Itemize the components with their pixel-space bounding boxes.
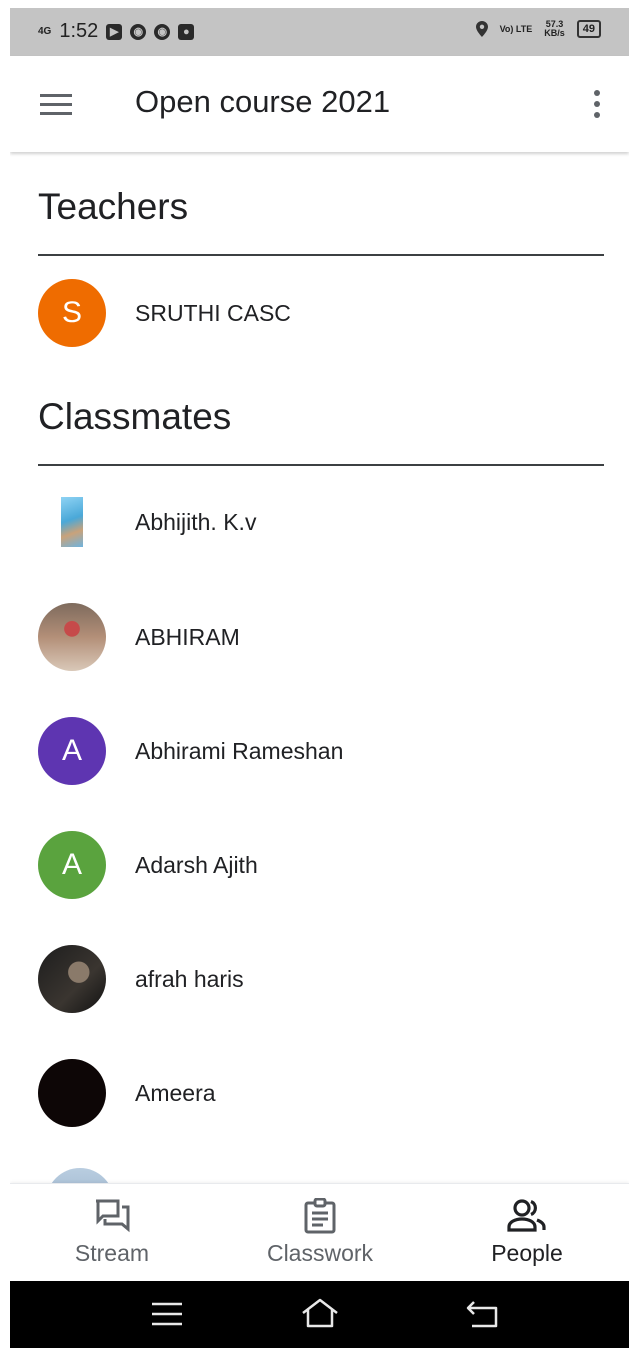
classmates-heading: Classmates	[38, 396, 232, 437]
battery-level: 49	[582, 23, 595, 35]
avatar-initial: A	[61, 848, 82, 881]
classmate-row[interactable]: ABHIRAM	[38, 601, 604, 673]
hamburger-icon-line	[40, 112, 72, 115]
app-bar: Open course 2021	[10, 56, 629, 152]
person-name: ABHIRAM	[135, 623, 240, 650]
chrome-icon: ◉	[154, 23, 171, 40]
teacher-row[interactable]: S SRUTHI CASC	[38, 277, 604, 349]
hamburger-icon	[40, 94, 72, 97]
person-name: Ameera	[135, 1079, 216, 1106]
more-vert-icon-dot	[594, 112, 600, 118]
tab-label: Classwork	[266, 1240, 374, 1266]
status-time: 1:52	[59, 20, 99, 42]
person-name: SRUTHI CASC	[135, 299, 291, 326]
person-name: afrah haris	[135, 965, 244, 992]
classmate-row[interactable]: A Abhirami Rameshan	[38, 715, 604, 787]
classmates-divider	[38, 464, 604, 466]
teachers-heading: Teachers	[38, 186, 189, 227]
classwork-icon	[304, 1198, 336, 1234]
youtube-icon: ▶	[106, 23, 123, 40]
volte-indicator: Vo) LTE	[499, 23, 533, 34]
tab-classwork[interactable]: Classwork	[230, 1198, 410, 1267]
home-icon	[302, 1298, 338, 1328]
teachers-divider	[38, 254, 604, 256]
avatar	[38, 1059, 106, 1127]
avatar	[38, 945, 106, 1013]
back-icon	[466, 1301, 498, 1328]
battery-icon: 49	[576, 20, 601, 38]
more-vert-icon	[594, 90, 600, 96]
home-button[interactable]	[300, 1297, 340, 1331]
recorder-icon: ●	[178, 23, 195, 40]
avatar	[38, 603, 106, 671]
avatar: A	[38, 717, 106, 785]
network-speed: 57.3 KB/s	[544, 20, 565, 38]
tab-label: People	[491, 1240, 563, 1266]
recents-button[interactable]	[148, 1297, 188, 1331]
hamburger-icon-line	[40, 103, 72, 106]
avatar: S	[38, 279, 106, 347]
chrome-icon: ◉	[130, 23, 147, 40]
person-name: Adarsh Ajith	[135, 851, 258, 878]
avatar: A	[38, 831, 106, 899]
back-button[interactable]	[464, 1297, 504, 1331]
page-title: Open course 2021	[135, 84, 391, 119]
person-name: Abhirami Rameshan	[135, 737, 344, 764]
app-screen: 4G 1:52 ▶ ◉ ◉ ● Vo) LTE 57.3 KB/s 49 Open…	[10, 0, 629, 1348]
classmate-row[interactable]: afrah haris	[38, 943, 604, 1015]
status-bar: 4G 1:52 ▶ ◉ ◉ ● Vo) LTE 57.3 KB/s 49	[10, 8, 629, 56]
menu-lines-icon	[152, 1302, 182, 1326]
classmate-row[interactable]: A Adarsh Ajith	[38, 829, 604, 901]
menu-button[interactable]	[36, 88, 76, 120]
network-indicator: 4G	[38, 25, 52, 37]
system-navigation-bar	[10, 1281, 629, 1348]
classmate-row[interactable]: Ameera	[38, 1057, 604, 1129]
tab-label: Stream	[74, 1240, 150, 1266]
avatar	[61, 497, 83, 547]
location-icon	[475, 21, 488, 37]
people-icon	[507, 1199, 546, 1232]
tab-stream[interactable]: Stream	[22, 1198, 202, 1267]
avatar-initial: A	[61, 734, 82, 767]
avatar-initial: S	[61, 296, 82, 329]
stream-icon	[96, 1199, 130, 1233]
tab-people[interactable]: People	[437, 1198, 617, 1267]
more-vert-icon-dot	[594, 101, 600, 107]
person-name: Abhijith. K.v	[135, 508, 257, 535]
speed-unit: KB/s	[544, 28, 565, 38]
classmate-row[interactable]: Abhijith. K.v	[38, 486, 604, 558]
more-options-button[interactable]	[589, 86, 605, 122]
bottom-navigation: Stream Classwork People	[10, 1183, 629, 1282]
